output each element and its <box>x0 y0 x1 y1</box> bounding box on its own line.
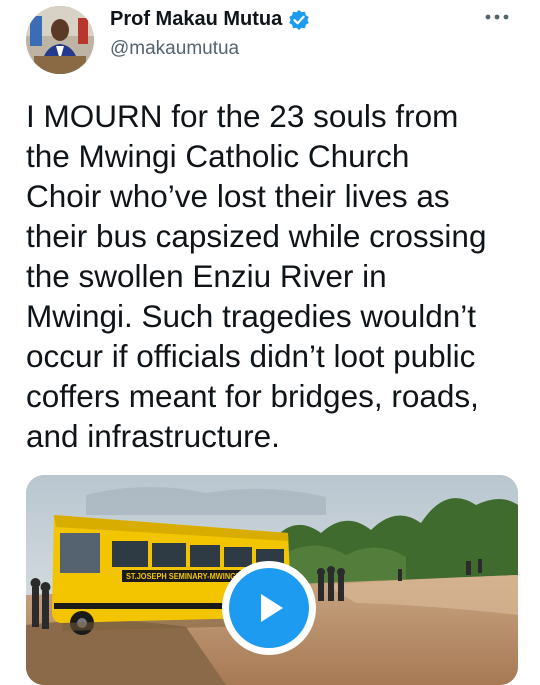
tweet-card: Prof Makau Mutua @makaumutua I MOURN for… <box>0 0 540 685</box>
video-media[interactable]: ST.JOSEPH SEMINARY-MWINGI <box>26 475 518 685</box>
author-handle[interactable]: @makaumutua <box>110 38 239 60</box>
author-name-row: Prof Makau Mutua <box>110 8 310 31</box>
author-avatar[interactable] <box>26 6 94 74</box>
play-icon <box>229 568 309 648</box>
tweet-text: I MOURN for the 23 souls from the Mwingi… <box>26 98 487 454</box>
play-button[interactable] <box>222 561 316 655</box>
author-display-name[interactable]: Prof Makau Mutua <box>110 8 282 31</box>
more-options-icon[interactable] <box>484 10 510 24</box>
verified-badge-icon <box>288 9 310 31</box>
bus-label-text: ST.JOSEPH SEMINARY-MWINGI <box>126 572 238 581</box>
